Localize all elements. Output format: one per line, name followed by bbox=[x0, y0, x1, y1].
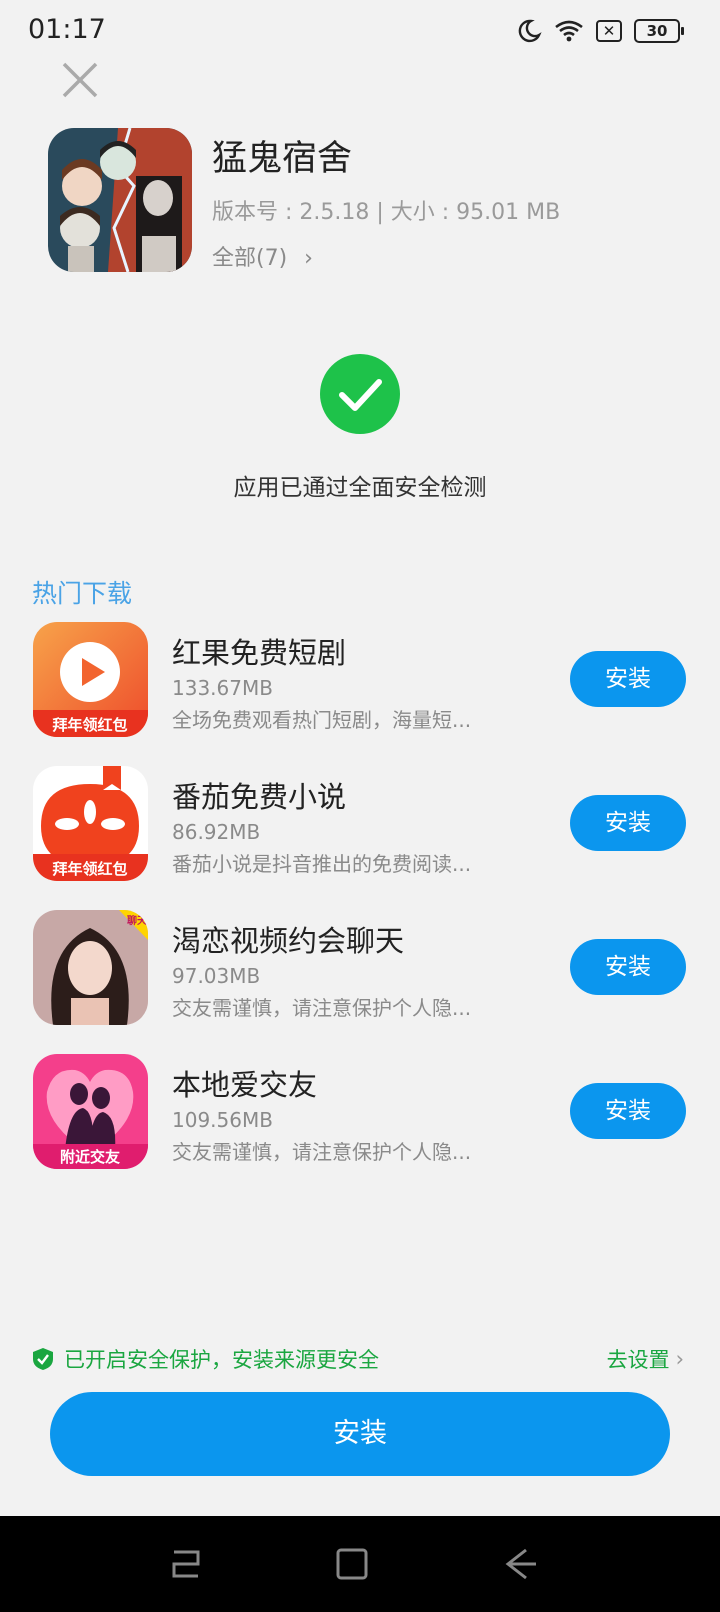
list-item-size: 86.92MB bbox=[172, 820, 261, 844]
go-settings-link[interactable]: 去设置 › bbox=[607, 1344, 684, 1374]
status-icons: ✕ 30 bbox=[516, 18, 684, 44]
app-name: 猛鬼宿舍 bbox=[212, 139, 353, 179]
list-item-desc: 全场免费观看热门短剧，海量短... bbox=[172, 708, 472, 732]
battery-icon: 30 bbox=[634, 19, 684, 43]
list-item-desc: 交友需谨慎，请注意保护个人隐... bbox=[172, 996, 472, 1020]
install-button[interactable]: 安装 bbox=[570, 651, 686, 707]
protection-text: 已开启安全保护，安装来源更安全 bbox=[64, 1348, 379, 1372]
bendi-app-icon: 附近交友 bbox=[33, 1054, 148, 1169]
go-settings-label: 去设置 bbox=[606, 1348, 670, 1372]
list-item-desc: 交友需谨慎，请注意保护个人隐... bbox=[172, 1140, 472, 1164]
install-button[interactable]: 安装 bbox=[570, 795, 686, 851]
close-icon[interactable] bbox=[58, 58, 102, 102]
list-item: 聊天 渴恋视频约会聊天 97.03MB 交友需谨慎，请注意保护个人隐... 安装 bbox=[0, 910, 720, 1030]
home-icon[interactable] bbox=[332, 1544, 372, 1584]
shield-check-icon bbox=[33, 1348, 53, 1370]
recent-apps-icon[interactable] bbox=[166, 1544, 206, 1584]
check-circle-icon bbox=[320, 354, 400, 434]
app-icon bbox=[48, 128, 192, 272]
hongguo-app-icon: 拜年领红包 bbox=[33, 622, 148, 737]
all-versions-link[interactable]: 全部(7) › bbox=[212, 240, 313, 272]
protection-status: 已开启安全保护，安装来源更安全 bbox=[32, 1344, 379, 1374]
security-check-message: 应用已通过全面安全检测 bbox=[233, 475, 487, 501]
app-meta: 版本号 : 2.5.18 | 大小 : 95.01 MB bbox=[212, 200, 561, 225]
list-item-name: 番茄免费小说 bbox=[172, 780, 347, 814]
bendi-icon-banner: 附近交友 bbox=[60, 1148, 120, 1166]
list-item-desc: 番茄小说是抖音推出的免费阅读... bbox=[172, 852, 472, 876]
hot-downloads-title: 热门下载 bbox=[32, 579, 133, 608]
list-item-size: 109.56MB bbox=[172, 1108, 273, 1132]
list-item-name: 渴恋视频约会聊天 bbox=[172, 924, 405, 958]
chevron-right-icon: › bbox=[304, 246, 313, 271]
main-install-button[interactable]: 安装 bbox=[50, 1392, 670, 1476]
back-icon[interactable] bbox=[500, 1544, 540, 1584]
all-versions-label: 全部(7) bbox=[212, 246, 288, 271]
kelian-icon-badge: 聊天 bbox=[127, 914, 148, 927]
moon-icon bbox=[518, 19, 542, 43]
list-item-size: 97.03MB bbox=[172, 964, 261, 988]
sim-status-icon: ✕ bbox=[596, 20, 622, 42]
list-item-name: 本地爱交友 bbox=[172, 1068, 318, 1102]
navigation-bar bbox=[0, 1516, 720, 1612]
fanqie-app-icon: 拜年领红包 bbox=[33, 766, 148, 881]
list-item: 附近交友 本地爱交友 109.56MB 交友需谨慎，请注意保护个人隐... 安装 bbox=[0, 1054, 720, 1174]
fanqie-icon-banner: 拜年领红包 bbox=[52, 860, 127, 878]
kelian-app-icon: 聊天 bbox=[33, 910, 148, 1025]
wifi-icon bbox=[555, 20, 583, 42]
install-button[interactable]: 安装 bbox=[570, 1083, 686, 1139]
status-time: 01:17 bbox=[28, 14, 106, 45]
list-item: 拜年领红包 番茄免费小说 86.92MB 番茄小说是抖音推出的免费阅读... 安… bbox=[0, 766, 720, 886]
hongguo-icon-banner: 拜年领红包 bbox=[52, 716, 127, 734]
install-button[interactable]: 安装 bbox=[570, 939, 686, 995]
list-item-size: 133.67MB bbox=[172, 676, 273, 700]
list-item-name: 红果免费短剧 bbox=[172, 636, 347, 670]
list-item: 拜年领红包 红果免费短剧 133.67MB 全场免费观看热门短剧，海量短... … bbox=[0, 622, 720, 742]
chevron-right-icon: › bbox=[675, 1347, 684, 1371]
